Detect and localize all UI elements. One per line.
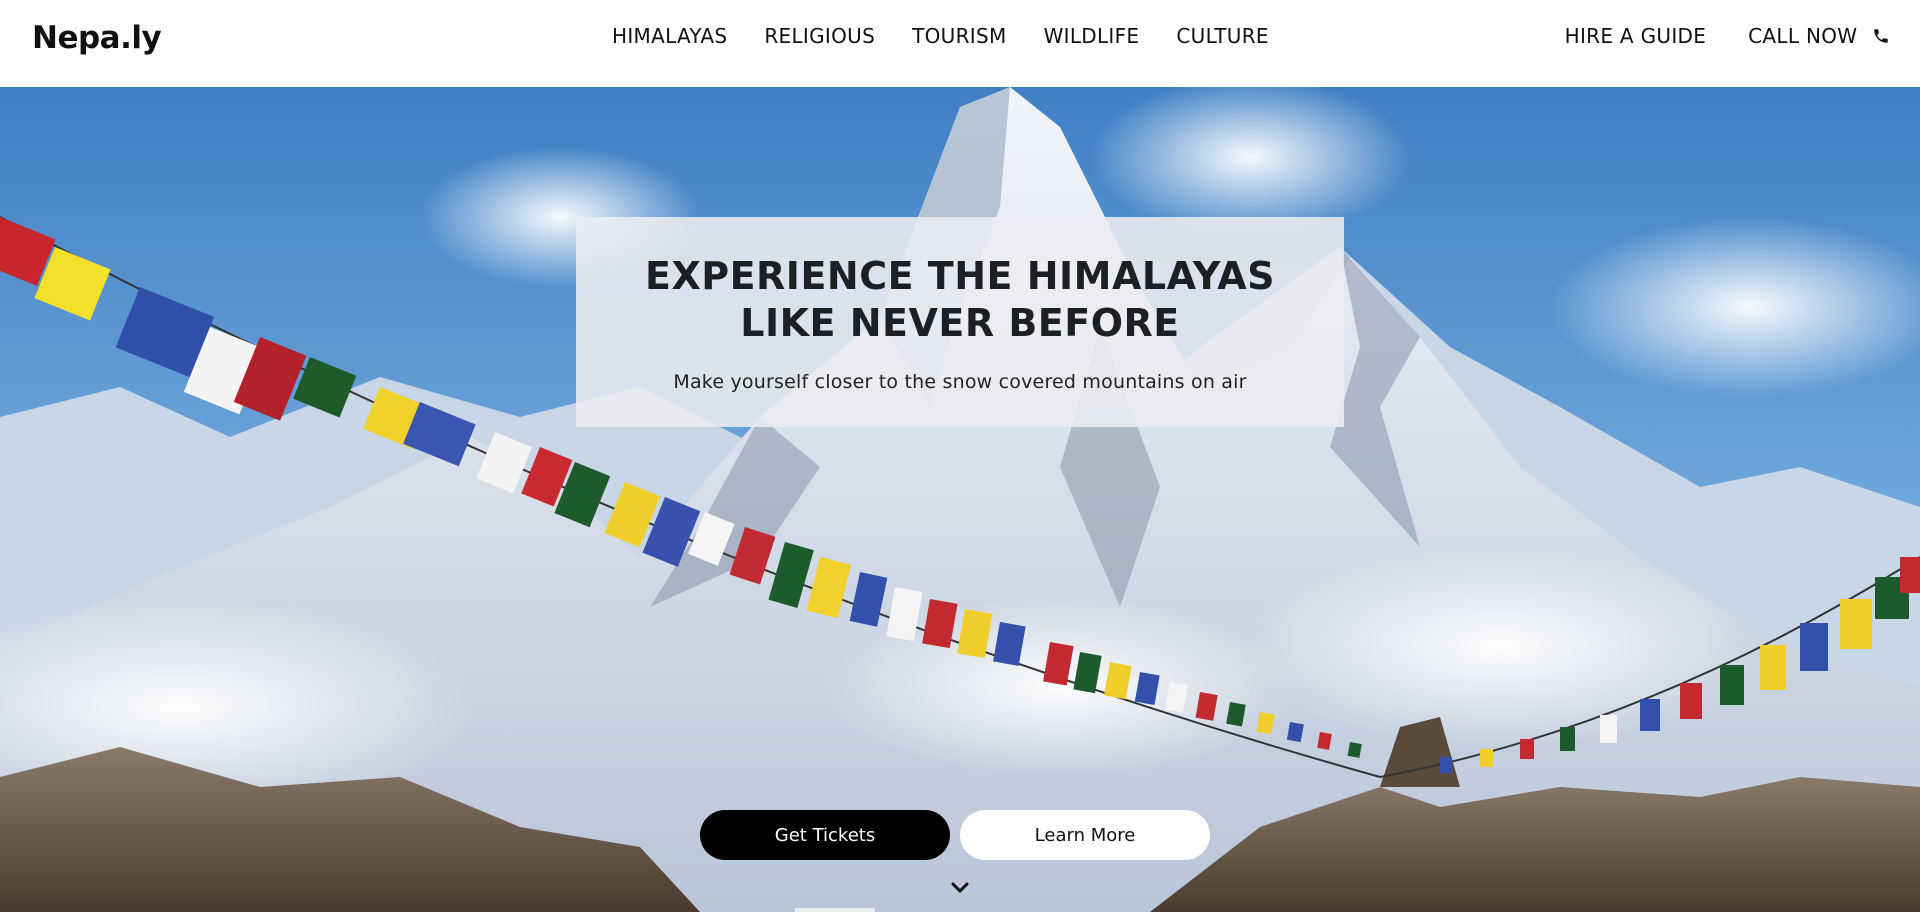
hero-card: EXPERIENCE THE HIMALAYAS LIKE NEVER BEFO…: [576, 217, 1344, 427]
scroll-indicator: [795, 908, 875, 912]
hero-section: EXPERIENCE THE HIMALAYAS LIKE NEVER BEFO…: [0, 87, 1920, 912]
nav-actions: HIRE A GUIDE CALL NOW: [1523, 24, 1890, 48]
nav-link-wildlife[interactable]: WILDLIFE: [1044, 24, 1140, 48]
nav-link-culture[interactable]: CULTURE: [1176, 24, 1268, 48]
call-now-label: CALL NOW: [1748, 24, 1858, 48]
get-tickets-button[interactable]: Get Tickets: [700, 810, 950, 860]
hire-guide-link[interactable]: HIRE A GUIDE: [1565, 24, 1707, 48]
nav-link-himalayas[interactable]: HIMALAYAS: [612, 24, 727, 48]
top-navbar: Nepa.ly HIMALAYAS RELIGIOUS TOURISM WILD…: [0, 0, 1920, 87]
phone-icon: [1874, 29, 1888, 43]
brand-logo[interactable]: Nepa.ly: [32, 20, 162, 56]
main-nav: HIMALAYAS RELIGIOUS TOURISM WILDLIFE CUL…: [612, 24, 1306, 48]
learn-more-button[interactable]: Learn More: [960, 810, 1210, 860]
nav-link-tourism[interactable]: TOURISM: [912, 24, 1006, 48]
chevron-down-icon[interactable]: [950, 881, 970, 895]
hero-subtitle: Make yourself closer to the snow covered…: [673, 371, 1247, 393]
hero-title: EXPERIENCE THE HIMALAYAS LIKE NEVER BEFO…: [644, 254, 1276, 345]
nav-link-religious[interactable]: RELIGIOUS: [764, 24, 875, 48]
call-now-link[interactable]: CALL NOW: [1748, 24, 1890, 48]
hero-background-image: [0, 87, 1920, 912]
